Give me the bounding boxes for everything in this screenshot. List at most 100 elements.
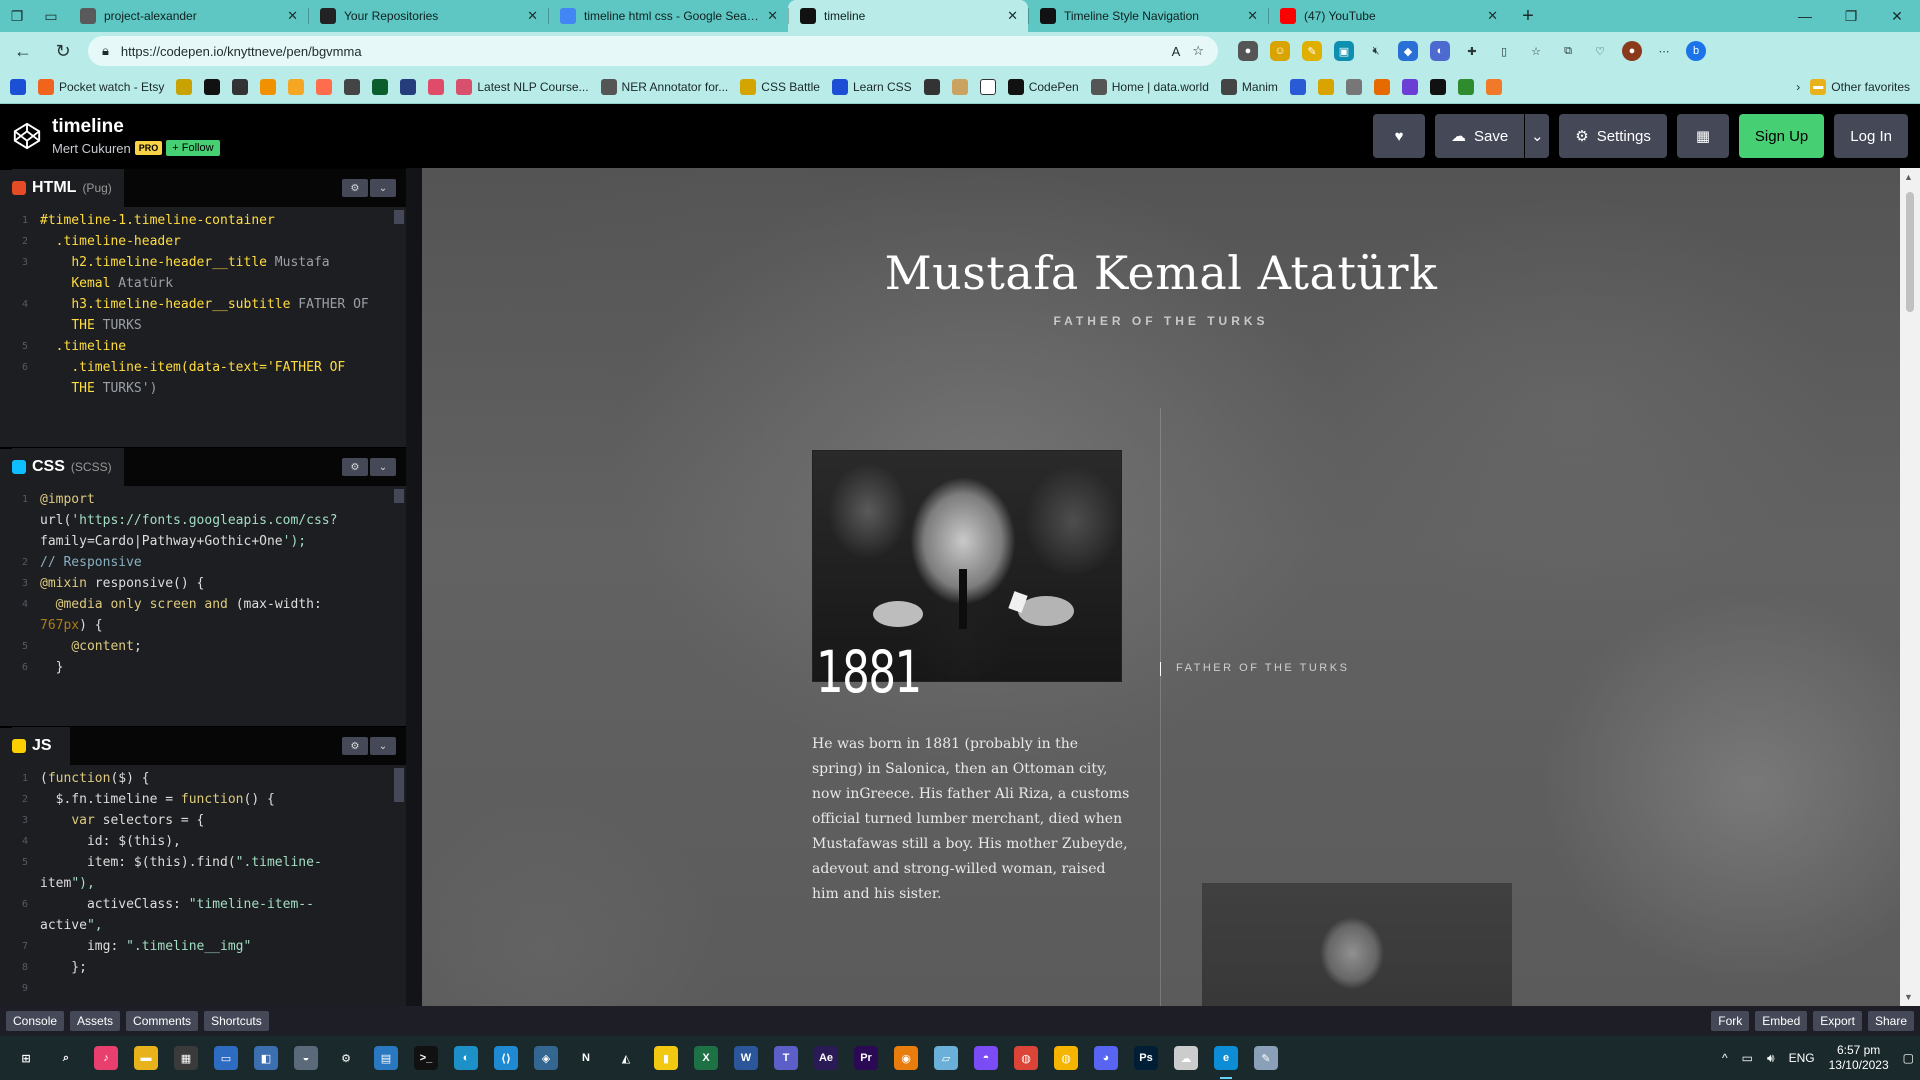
bookmark-item[interactable] <box>316 78 333 95</box>
editor-collapse-icon[interactable]: ⌄ <box>370 458 396 476</box>
js-code-area[interactable]: 1 (function($) {2 $.fn.timeline = functio… <box>0 764 406 1006</box>
js-editor-tab[interactable]: JS <box>12 727 70 765</box>
workspaces-icon[interactable]: ❐ <box>0 0 34 32</box>
chrome-icon[interactable]: ◍ <box>1014 1046 1038 1070</box>
mute-icon[interactable]: 🔇︎ <box>1366 41 1386 61</box>
bookmark-item[interactable] <box>951 78 968 95</box>
minimize-icon[interactable]: — <box>1782 0 1828 32</box>
html-editor[interactable]: HTML (Pug) ⚙ ⌄ 1 #timeline-1.timeline-contain… <box>0 168 406 396</box>
itunes-icon[interactable]: ♪ <box>94 1046 118 1070</box>
editor-settings-icon[interactable]: ⚙ <box>342 179 368 197</box>
browser-tab[interactable]: Your Repositories ✕ <box>308 0 548 32</box>
unity-icon[interactable]: ◭ <box>614 1046 638 1070</box>
footer-share-button[interactable]: Share <box>1867 1011 1914 1031</box>
html-editor-tab[interactable]: HTML (Pug) <box>12 169 124 207</box>
drive-icon[interactable]: ◒ <box>294 1046 318 1070</box>
search-icon[interactable]: ⌕ <box>54 1046 78 1070</box>
scrollbar-thumb[interactable] <box>1906 192 1914 312</box>
back-icon[interactable]: ← <box>8 36 38 66</box>
bookmark-item[interactable] <box>1373 78 1390 95</box>
pen-title[interactable]: timeline <box>52 116 220 138</box>
notion-icon[interactable]: N <box>574 1046 598 1070</box>
editor-collapse-icon[interactable]: ⌄ <box>370 737 396 755</box>
login-button[interactable]: Log In <box>1834 114 1908 158</box>
discord-icon[interactable]: ◕ <box>1094 1046 1118 1070</box>
html-editor-scrollbar[interactable] <box>394 210 404 224</box>
scroll-up-icon[interactable]: ▲ <box>1904 172 1913 182</box>
css-code-area[interactable]: 1 @import url('https://fonts.googleapis.co… <box>0 485 406 675</box>
premiere-icon[interactable]: Pr <box>854 1046 878 1070</box>
collections-icon[interactable]: ⧉ <box>1558 41 1578 61</box>
profile-avatar[interactable]: ● <box>1622 41 1642 61</box>
favorite-star-icon[interactable]: ☆ <box>1192 43 1204 59</box>
extension-icon[interactable]: ● <box>1238 41 1258 61</box>
bookmark-item[interactable] <box>232 78 249 95</box>
bookmark-item[interactable] <box>1485 78 1502 95</box>
bookmark-item[interactable] <box>1317 78 1334 95</box>
other-favorites[interactable]: ▬ Other favorites <box>1810 78 1910 95</box>
split-screen-icon[interactable]: ▯ <box>1494 41 1514 61</box>
edge-icon[interactable]: e <box>1214 1046 1238 1079</box>
tab-close-icon[interactable]: ✕ <box>527 8 538 24</box>
footer-comments-button[interactable]: Comments <box>126 1011 199 1031</box>
powerbi-icon[interactable]: ▮ <box>654 1046 678 1070</box>
footer-assets-button[interactable]: Assets <box>70 1011 121 1031</box>
volume-icon[interactable]: 🔊︎ <box>1767 1051 1775 1066</box>
extension-icon[interactable]: ◐ <box>1430 41 1450 61</box>
browser-tab[interactable]: project-alexander ✕ <box>68 0 308 32</box>
extension-icon[interactable]: ☺ <box>1270 41 1290 61</box>
preview-scrollbar[interactable]: ▲ ▼ <box>1900 168 1920 1006</box>
bookmark-item[interactable] <box>344 78 361 95</box>
editor-collapse-icon[interactable]: ⌄ <box>370 179 396 197</box>
bing-copilot-icon[interactable]: b <box>1686 41 1706 61</box>
more-menu-icon[interactable]: ⋯ <box>1654 41 1674 61</box>
settings-icon[interactable]: ⚙ <box>334 1046 358 1070</box>
save-button[interactable]: ☁ Save <box>1435 114 1525 158</box>
change-view-button[interactable]: ▦ <box>1676 114 1729 158</box>
edge-dev-icon[interactable]: ◐ <box>454 1046 478 1070</box>
footer-shortcuts-button[interactable]: Shortcuts <box>204 1011 269 1031</box>
chrome-2-icon[interactable]: ◍ <box>1054 1046 1078 1070</box>
restore-icon[interactable]: ❐ <box>1828 0 1874 32</box>
js-editor-scrollbar[interactable] <box>394 768 404 802</box>
browser-tab[interactable]: Timeline Style Navigation ✕ <box>1028 0 1268 32</box>
word-icon[interactable]: W <box>734 1046 758 1070</box>
photoshop-icon[interactable]: Ps <box>1134 1046 1158 1070</box>
css-editor[interactable]: CSS (SCSS) ⚙ ⌄ 1 @import url('https://fonts.go… <box>0 447 406 675</box>
css-editor-tab[interactable]: CSS (SCSS) <box>12 448 124 486</box>
bookmark-item[interactable] <box>400 78 417 95</box>
bookmark-item[interactable] <box>204 78 221 95</box>
editor-resize-handle[interactable] <box>406 168 422 1006</box>
url-field[interactable]: 🔒︎ https://codepen.io/knyttneve/pen/bgvm… <box>88 36 1218 66</box>
clock[interactable]: 6:57 pm 13/10/2023 <box>1829 1043 1889 1073</box>
tab-close-icon[interactable]: ✕ <box>1247 8 1258 24</box>
remote-icon[interactable]: ◧ <box>254 1046 278 1070</box>
tab-close-icon[interactable]: ✕ <box>287 8 298 24</box>
vscode-icon[interactable]: ⟨⟩ <box>494 1046 518 1070</box>
browser-tab[interactable]: timeline ✕ <box>788 0 1028 32</box>
editor-settings-icon[interactable]: ⚙ <box>342 458 368 476</box>
notifications-icon[interactable]: ▢ <box>1903 1051 1914 1065</box>
follow-button[interactable]: + Follow <box>166 140 220 156</box>
read-aloud-icon[interactable]: A <box>1172 44 1181 59</box>
tab-close-icon[interactable]: ✕ <box>1007 8 1018 24</box>
bookmark-item[interactable] <box>1289 78 1306 95</box>
refresh-icon[interactable]: ↻ <box>48 36 78 66</box>
footer-fork-button[interactable]: Fork <box>1711 1011 1750 1031</box>
author-name[interactable]: Mert Cukuren <box>52 141 131 156</box>
bookmark-item[interactable] <box>923 78 940 95</box>
close-window-icon[interactable]: ✕ <box>1874 0 1920 32</box>
bookmark-item[interactable] <box>1345 78 1362 95</box>
footer-console-button[interactable]: Console <box>6 1011 65 1031</box>
bookmark-item[interactable] <box>10 78 26 95</box>
notes-icon[interactable]: ▱ <box>934 1046 958 1070</box>
bookmark-item[interactable]: Pocket watch - Etsy <box>38 78 164 95</box>
footer-embed-button[interactable]: Embed <box>1755 1011 1808 1031</box>
settings-button[interactable]: ⚙ Settings <box>1559 114 1667 158</box>
tab-close-icon[interactable]: ✕ <box>1487 8 1498 24</box>
scroll-down-icon[interactable]: ▼ <box>1904 992 1913 1002</box>
bookmark-item[interactable] <box>979 78 996 95</box>
bookmark-item[interactable] <box>176 78 193 95</box>
calculator-icon[interactable]: ▦ <box>174 1046 198 1070</box>
chevron-right-icon[interactable]: › <box>1796 80 1800 94</box>
